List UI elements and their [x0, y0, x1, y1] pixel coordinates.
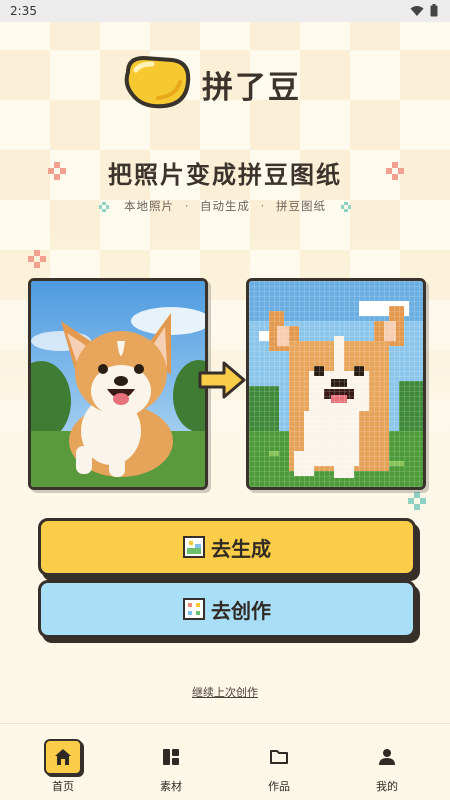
battery-icon [430, 4, 438, 17]
bean-logo-icon [124, 55, 191, 109]
nav-item-works[interactable]: 作品 [223, 724, 335, 800]
grid-icon [163, 749, 179, 765]
corgi-photo-image [31, 281, 205, 487]
nav-label-home: 首页 [52, 780, 74, 793]
person-icon [379, 749, 395, 765]
arrow-right-icon [198, 361, 246, 399]
folder-icon [270, 750, 288, 764]
status-icons [410, 4, 438, 17]
nav-label-profile: 我的 [376, 780, 398, 793]
bottom-nav: 首页 素材 作品 我的 [0, 723, 450, 800]
app-name: 拼了豆 [202, 70, 301, 106]
feature-subtitle: 本地照片 · 自动生成 · 拼豆图纸 [0, 198, 450, 214]
feature-3: 拼豆图纸 [275, 199, 326, 213]
headline-text: 把照片变成拼豆图纸 [108, 161, 342, 189]
feature-2: 自动生成 [200, 199, 250, 213]
nav-item-materials[interactable]: 素材 [115, 724, 227, 800]
bead-pattern-preview [246, 278, 426, 490]
feature-1: 本地照片 [124, 199, 175, 213]
nav-item-home[interactable]: 首页 [7, 724, 119, 800]
nav-label-works: 作品 [268, 780, 290, 793]
hero-headline: 把照片变成拼豆图纸 [0, 155, 450, 190]
generate-button-label: 去生成 [211, 536, 271, 561]
nav-label-materials: 素材 [160, 780, 182, 793]
status-time: 2:35 [10, 4, 37, 18]
sparkle-small-left-icon [99, 201, 110, 212]
feature-separator: · [184, 199, 190, 213]
pixel-sparkle-decoration [28, 250, 46, 268]
home-icon [55, 749, 71, 765]
feature-separator: · [260, 199, 266, 213]
status-bar: 2:35 [0, 0, 450, 22]
create-button-label: 去创作 [211, 598, 271, 623]
wifi-icon [410, 5, 424, 16]
palette-grid-icon [183, 598, 205, 620]
generate-button[interactable]: 去生成 [38, 518, 416, 576]
sparkle-right-icon [386, 162, 404, 180]
create-button[interactable]: 去创作 [38, 580, 416, 638]
continue-last-creation-link[interactable]: 继续上次创作 [0, 684, 450, 700]
app-logo: 拼了豆 [122, 52, 332, 112]
image-icon [183, 536, 205, 558]
nav-item-profile[interactable]: 我的 [331, 724, 443, 800]
sparkle-left-icon [48, 162, 66, 180]
corgi-pixel-image [249, 281, 423, 487]
pixel-sparkle-decoration [408, 492, 426, 510]
sparkle-small-right-icon [340, 201, 351, 212]
original-photo [28, 278, 208, 490]
